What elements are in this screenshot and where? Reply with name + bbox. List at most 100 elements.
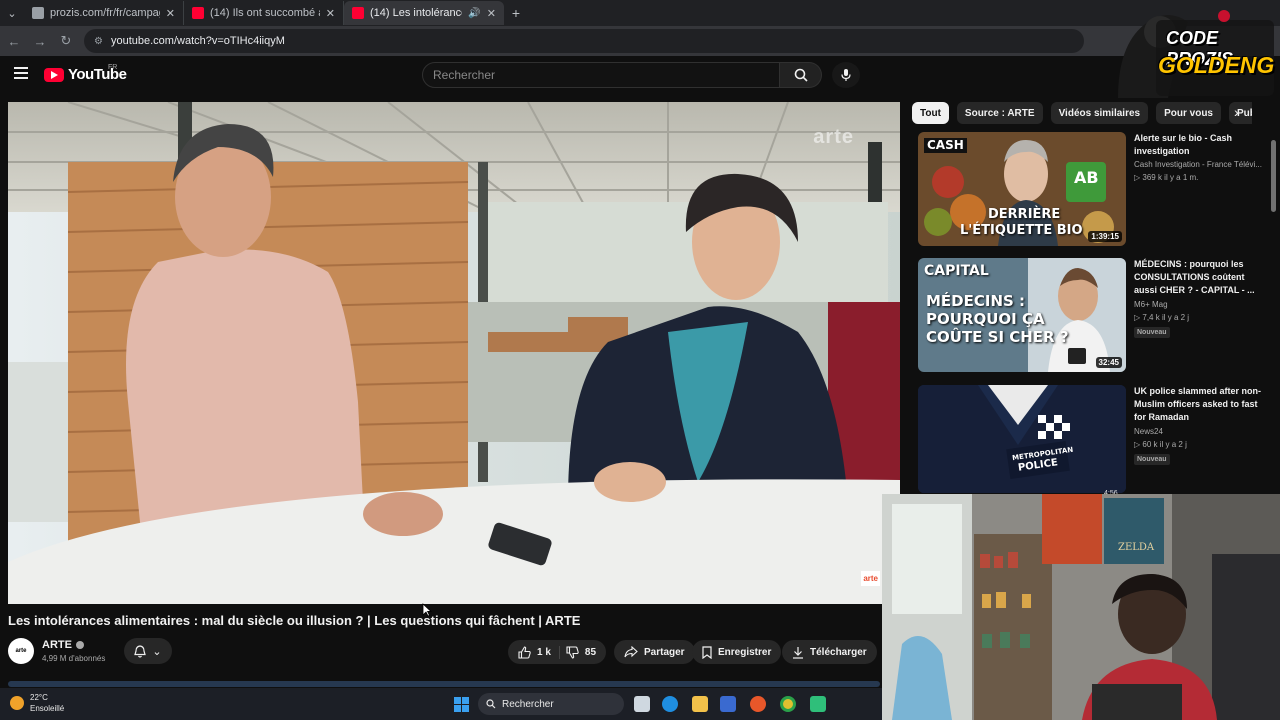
bookmark-icon — [702, 645, 712, 659]
recommended-video[interactable]: CAPITAL MÉDECINS : POURQUOI ÇA COÛTE SI … — [912, 258, 1268, 378]
chrome-icon[interactable] — [780, 696, 796, 712]
tab-title: prozis.com/fr/fr/campagne/74 — [50, 7, 160, 19]
download-button[interactable]: Télécharger — [782, 640, 877, 664]
windows-start-icon[interactable] — [454, 697, 469, 712]
subscription-bell-button[interactable]: ⌄ — [124, 638, 172, 664]
country-code: FR — [108, 64, 118, 71]
arte-watermark: arte — [813, 126, 854, 148]
microphone-icon — [841, 69, 851, 81]
site-info-icon[interactable]: ⚙ — [94, 36, 103, 47]
close-icon[interactable]: ✕ — [166, 7, 175, 20]
chip-similar[interactable]: Vidéos similaires — [1050, 102, 1149, 124]
video-title: Les intolérances alimentaires : mal du s… — [8, 613, 581, 628]
thumbnail-caption: COÛTE SI CHER ? — [926, 328, 1069, 346]
thumbnail-organic-badge: AB — [1074, 168, 1099, 187]
chip-published[interactable]: Publié — [1229, 102, 1252, 124]
speaker-icon[interactable]: 🔊 — [468, 8, 480, 19]
search-input[interactable]: Rechercher — [422, 62, 780, 88]
search-button[interactable] — [780, 62, 822, 88]
video-duration: 32:45 — [1095, 357, 1122, 368]
download-label: Télécharger — [810, 646, 867, 658]
video-player[interactable]: arte arte — [8, 102, 900, 604]
weather-text: 22°C Ensoleillé — [30, 692, 64, 714]
new-badge: Nouveau — [1134, 327, 1170, 338]
prozis-favicon-icon — [32, 7, 44, 19]
weather-condition: Ensoleillé — [30, 704, 65, 713]
code-prozis-sticker: CODE PROZIS GOLDENG — [1108, 2, 1278, 98]
reload-icon[interactable]: ↻ — [58, 33, 74, 49]
file-explorer-icon[interactable] — [692, 696, 708, 712]
back-arrow-icon[interactable]: ← — [6, 34, 22, 49]
address-bar[interactable]: ⚙ youtube.com/watch?v=oTIHc4iiqyM — [84, 29, 1084, 53]
like-dislike-group: 1 k 85 — [508, 640, 607, 664]
search-icon — [486, 699, 496, 709]
thumbnail-image — [918, 385, 1126, 493]
video-thumbnail[interactable]: METROPOLITAN POLICE — [918, 385, 1126, 493]
recommended-video[interactable]: METROPOLITAN POLICE UK police slammed af… — [912, 385, 1268, 505]
channel-name-link[interactable]: ARTE — [42, 639, 84, 651]
share-label: Partager — [644, 646, 685, 658]
screen: ⌄ prozis.com/fr/fr/campagne/74 ✕ (14) Il… — [0, 0, 1280, 720]
save-button[interactable]: Enregistrer — [692, 640, 782, 664]
recommended-video-title[interactable]: Alerte sur le bio - Cash investigation — [1134, 132, 1268, 158]
microsoft-store-icon[interactable] — [720, 696, 736, 712]
forward-arrow-icon[interactable]: → — [32, 34, 48, 49]
chip-for-you[interactable]: Pour vous — [1156, 102, 1221, 124]
thumbnail-caption: L'ÉTIQUETTE BIO — [960, 223, 1083, 238]
search-icon — [794, 68, 808, 82]
chevron-right-icon[interactable]: › — [1234, 104, 1239, 120]
related-filter-chips: Tout Source : ARTE Vidéos similaires Pou… — [912, 102, 1252, 124]
recommended-channel[interactable]: News24 — [1134, 427, 1163, 436]
hamburger-menu-icon[interactable] — [14, 67, 28, 79]
url-text: youtube.com/watch?v=oTIHc4iiqyM — [110, 35, 285, 47]
firefox-icon[interactable] — [750, 696, 766, 712]
close-icon[interactable]: ✕ — [487, 7, 496, 20]
recommended-channel[interactable]: Cash Investigation - France Télévi... — [1134, 160, 1262, 169]
thumbs-down-icon — [566, 645, 579, 659]
description-box[interactable] — [8, 681, 880, 687]
tab-search-chevron-down-icon[interactable]: ⌄ — [0, 1, 24, 25]
weather-widget[interactable]: 22°C Ensoleillé — [10, 692, 64, 714]
browser-toolbar: ← → ↻ ⚙ youtube.com/watch?v=oTIHc4iiqyM … — [0, 26, 1280, 56]
like-count: 1 k — [537, 646, 551, 658]
browser-tab-active[interactable]: (14) Les intolérances alimen 🔊 ✕ — [344, 1, 504, 25]
thumbnail-caption: MÉDECINS : — [926, 292, 1026, 310]
app-icon[interactable] — [810, 696, 826, 712]
dislike-button[interactable]: 85 — [566, 645, 597, 659]
sticker-line-2: GOLDENG — [1158, 52, 1275, 78]
browser-tab-strip: ⌄ prozis.com/fr/fr/campagne/74 ✕ (14) Il… — [0, 0, 1280, 26]
like-button[interactable]: 1 k — [518, 645, 560, 659]
save-label: Enregistrer — [718, 646, 772, 658]
recommended-channel[interactable]: M6+ Mag — [1134, 300, 1168, 309]
channel-avatar[interactable]: arte — [8, 638, 34, 664]
taskbar-search-input[interactable]: Rechercher — [478, 693, 624, 715]
task-view-icon[interactable] — [634, 696, 650, 712]
page-scrollbar[interactable] — [1271, 140, 1276, 212]
voice-search-button[interactable] — [832, 62, 860, 88]
video-thumbnail[interactable]: CASH AB DERRIÈRE L'ÉTIQUETTE BIO 1:39:15 — [918, 132, 1126, 246]
share-button[interactable]: Partager — [614, 640, 695, 664]
svg-text:ZELDA: ZELDA — [1118, 542, 1155, 553]
video-thumbnail[interactable]: CAPITAL MÉDECINS : POURQUOI ÇA COÛTE SI … — [918, 258, 1126, 372]
bell-icon — [134, 644, 147, 658]
edge-browser-icon[interactable] — [662, 696, 678, 712]
webcam-overlay: ZELDA — [882, 494, 1280, 720]
close-icon[interactable]: ✕ — [326, 7, 335, 20]
sun-icon — [10, 696, 24, 710]
recommended-views-age: ▷ 7,4 k il y a 2 j — [1134, 313, 1190, 322]
thumbnail-caption: POURQUOI ÇA — [926, 310, 1045, 328]
recommended-video-title[interactable]: UK police slammed after non-Muslim offic… — [1134, 385, 1268, 424]
browser-tab[interactable]: prozis.com/fr/fr/campagne/74 ✕ — [24, 1, 184, 25]
chip-source[interactable]: Source : ARTE — [956, 102, 1043, 124]
channel-name: ARTE — [42, 639, 72, 651]
tab-title: (14) Les intolérances alimen — [370, 7, 462, 19]
recommended-video[interactable]: CASH AB DERRIÈRE L'ÉTIQUETTE BIO 1:39:15… — [912, 132, 1268, 252]
youtube-favicon-icon — [352, 7, 364, 19]
dislike-count: 85 — [584, 646, 597, 658]
taskbar-search-placeholder: Rechercher — [502, 698, 554, 710]
recommended-video-title[interactable]: MÉDECINS : pourquoi les CONSULTATIONS co… — [1134, 258, 1268, 297]
new-tab-plus-icon[interactable]: + — [504, 5, 528, 21]
tab-title: (14) Ils ont succombé au Air fry — [210, 7, 320, 19]
chip-all[interactable]: Tout — [912, 102, 949, 124]
browser-tab[interactable]: (14) Ils ont succombé au Air fry ✕ — [184, 1, 344, 25]
